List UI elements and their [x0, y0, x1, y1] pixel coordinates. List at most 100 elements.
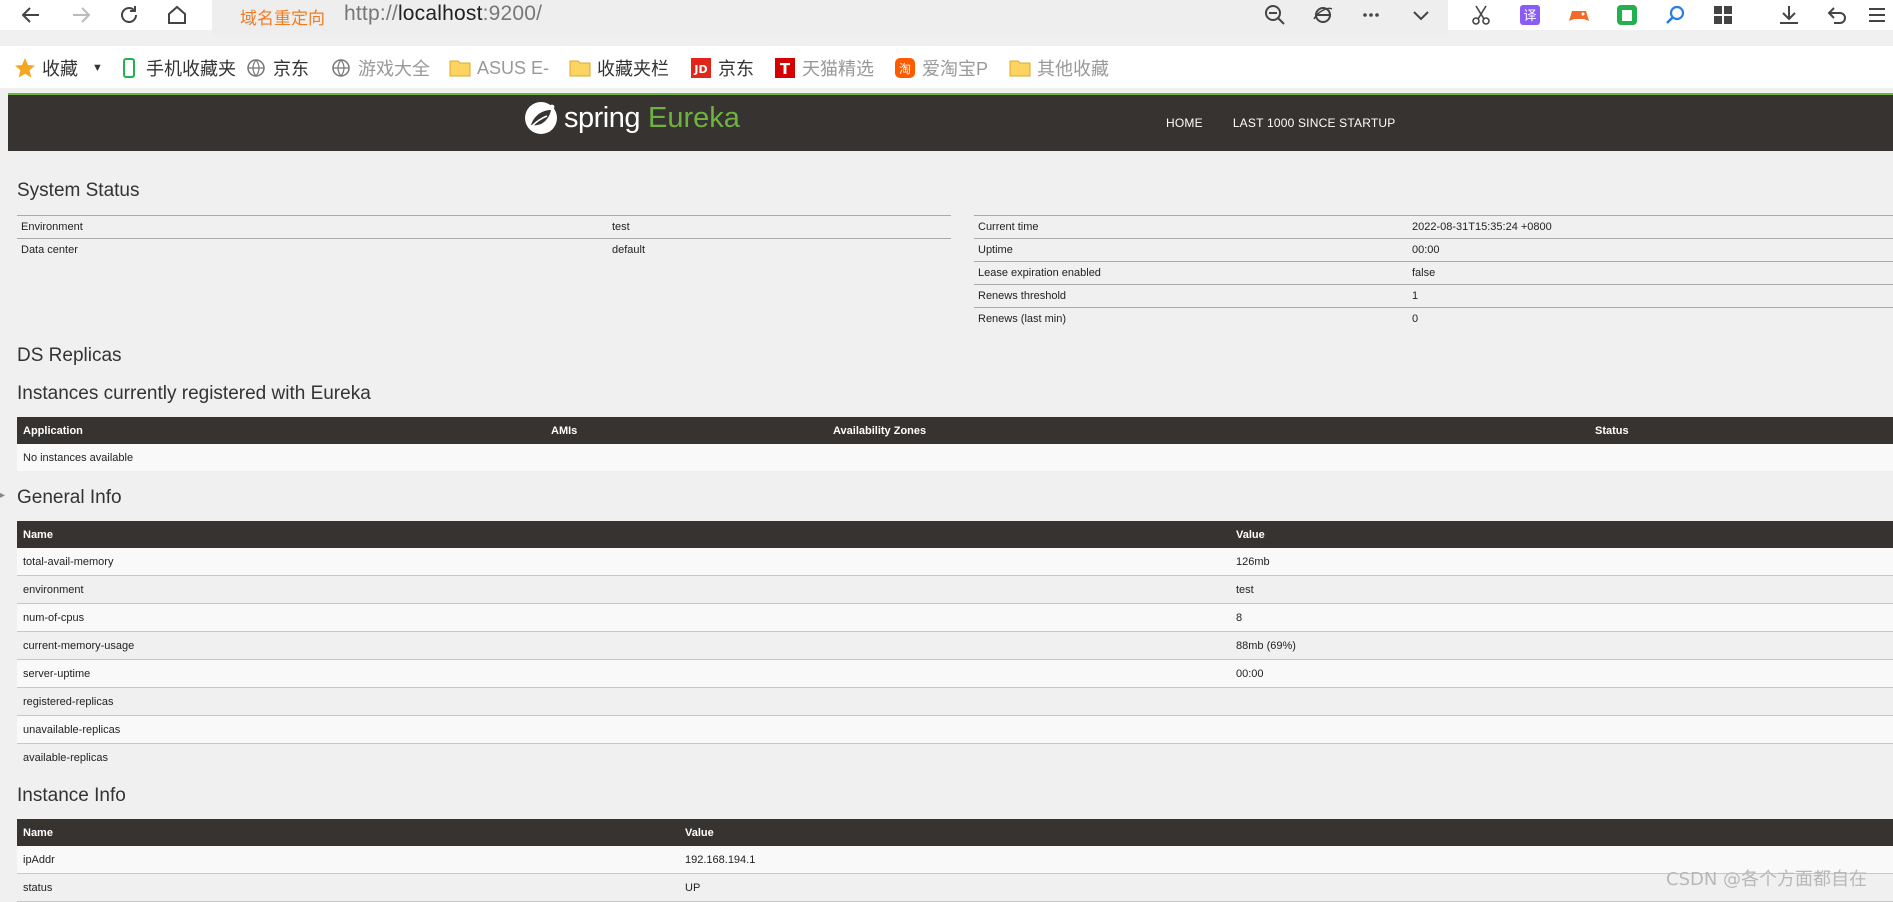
caret-down-icon[interactable]: ▼	[92, 62, 103, 74]
bookmark-jd[interactable]: 京东	[245, 56, 309, 80]
bookmark-label: 天猫精选	[802, 59, 874, 79]
table-row: unavailable-replicas	[17, 715, 1893, 744]
col-application: Application	[17, 417, 545, 444]
chevron-down-icon[interactable]	[1408, 2, 1434, 28]
table-row: ipAddr 192.168.194.1	[17, 846, 1893, 874]
table-row: Environment test	[17, 215, 951, 239]
table-header-row: Name Value	[17, 521, 1893, 548]
brand-spring: spring	[564, 101, 641, 134]
redirect-label: 域名重定向	[240, 9, 325, 28]
info-name: status	[17, 873, 679, 902]
jd-logo-icon: JD	[690, 57, 712, 79]
more-icon[interactable]	[1358, 2, 1384, 28]
bookmark-favorites-bar[interactable]: 收藏夹栏	[569, 56, 669, 80]
info-value: 00:00	[1230, 659, 1893, 688]
col-availability-zones: Availability Zones	[827, 417, 1589, 444]
col-value: Value	[679, 819, 1893, 846]
table-row: total-avail-memory 126mb	[17, 548, 1893, 576]
bookmark-favorites[interactable]: 收藏 ▼	[14, 56, 103, 80]
folder-icon	[449, 57, 471, 79]
bookmark-label: 收藏	[42, 59, 78, 79]
spring-leaf-icon	[524, 101, 558, 135]
back-icon[interactable]	[18, 2, 44, 28]
address-bar[interactable]: 域名重定向 http://localhost:9200/	[212, 0, 1448, 37]
eureka-navbar: spring Eureka HOME LAST 1000 SINCE START…	[8, 93, 1893, 151]
ie-mode-icon[interactable]	[1310, 2, 1336, 28]
table-row: Uptime 00:00	[974, 238, 1893, 262]
general-info-table: Name Value total-avail-memory 126mb envi…	[17, 521, 1893, 771]
col-amis: AMIs	[545, 417, 827, 444]
reload-icon[interactable]	[116, 2, 142, 28]
svg-text:JD: JD	[693, 63, 707, 76]
info-name: unavailable-replicas	[17, 715, 1230, 744]
translate-icon[interactable]: 译	[1517, 2, 1543, 28]
bookmark-label: 其他收藏	[1037, 59, 1109, 79]
bookmark-aitaobao[interactable]: 淘 爱淘宝P	[894, 56, 988, 80]
game-icon[interactable]	[1566, 2, 1592, 28]
table-row: Lease expiration enabled false	[974, 261, 1893, 285]
search-icon[interactable]	[1662, 2, 1688, 28]
status-name: Renews threshold	[974, 284, 1408, 308]
reader-icon[interactable]	[1614, 2, 1640, 28]
home-icon[interactable]	[164, 2, 190, 28]
bookmark-tmall[interactable]: T 天猫精选	[774, 56, 874, 80]
nav-links: HOME LAST 1000 SINCE STARTUP	[1166, 116, 1425, 130]
info-name: registered-replicas	[17, 687, 1230, 716]
instance-info-heading: Instance Info	[17, 785, 126, 806]
bookmark-mobile[interactable]: 手机收藏夹	[118, 56, 236, 80]
col-name: Name	[17, 521, 1230, 548]
col-name: Name	[17, 819, 679, 846]
nav-home[interactable]: HOME	[1166, 116, 1203, 130]
status-value: 00:00	[1408, 238, 1893, 262]
system-status-right-table: Current time 2022-08-31T15:35:24 +0800 U…	[974, 215, 1893, 331]
status-value: 2022-08-31T15:35:24 +0800	[1408, 215, 1893, 239]
ds-replicas-heading: DS Replicas	[17, 345, 122, 366]
bookmark-jd-2[interactable]: JD 京东	[690, 56, 754, 80]
table-row: No instances available	[17, 444, 1893, 471]
menu-icon[interactable]	[1864, 2, 1890, 28]
browser-toolbar: 域名重定向 http://localhost:9200/ 译	[0, 0, 1893, 37]
brand-eureka: Eureka	[648, 101, 740, 134]
status-value: test	[608, 215, 951, 239]
zoom-icon[interactable]	[1262, 2, 1288, 28]
globe-icon	[245, 57, 267, 79]
folder-icon	[569, 57, 591, 79]
bookmark-games[interactable]: 游戏大全	[330, 56, 430, 80]
bookmark-asus[interactable]: ASUS E-	[449, 56, 549, 80]
no-instances-text: No instances available	[17, 444, 1893, 471]
status-name: Lease expiration enabled	[974, 261, 1408, 285]
info-value: 88mb (69%)	[1230, 631, 1893, 660]
info-value: 126mb	[1230, 548, 1893, 576]
info-value	[1230, 687, 1893, 716]
table-row: current-memory-usage 88mb (69%)	[17, 631, 1893, 660]
url-text[interactable]: http://localhost:9200/	[344, 2, 542, 26]
table-row: server-uptime 00:00	[17, 659, 1893, 688]
brand[interactable]: spring Eureka	[524, 101, 740, 135]
scissors-icon[interactable]	[1468, 2, 1494, 28]
info-name: total-avail-memory	[17, 548, 1230, 576]
instances-heading: Instances currently registered with Eure…	[17, 383, 371, 404]
folder-icon	[1009, 57, 1031, 79]
forward-icon[interactable]	[68, 2, 94, 28]
status-value: false	[1408, 261, 1893, 285]
info-name: current-memory-usage	[17, 631, 1230, 660]
info-value: test	[1230, 575, 1893, 604]
status-value: 0	[1408, 307, 1893, 331]
bookmarks-bar: 收藏 ▼ 手机收藏夹 京东 游戏大全 ASUS E- 收藏夹栏 JD 京东 T …	[0, 46, 1893, 88]
info-name: server-uptime	[17, 659, 1230, 688]
table-row: environment test	[17, 575, 1893, 604]
apps-grid-icon[interactable]	[1710, 2, 1736, 28]
globe-icon	[330, 57, 352, 79]
instances-table: Application AMIs Availability Zones Stat…	[17, 417, 1893, 471]
svg-text:译: 译	[1523, 9, 1536, 24]
nav-last-1000[interactable]: LAST 1000 SINCE STARTUP	[1233, 116, 1396, 130]
undo-icon[interactable]	[1824, 2, 1850, 28]
bookmark-label: 爱淘宝P	[922, 59, 989, 79]
bookmark-other[interactable]: 其他收藏	[1009, 56, 1109, 80]
bookmark-label: 收藏夹栏	[597, 59, 669, 79]
download-icon[interactable]	[1776, 2, 1802, 28]
info-name: ipAddr	[17, 846, 679, 874]
svg-text:淘: 淘	[899, 62, 911, 76]
bookmark-label: 京东	[718, 59, 754, 79]
info-name: num-of-cpus	[17, 603, 1230, 632]
